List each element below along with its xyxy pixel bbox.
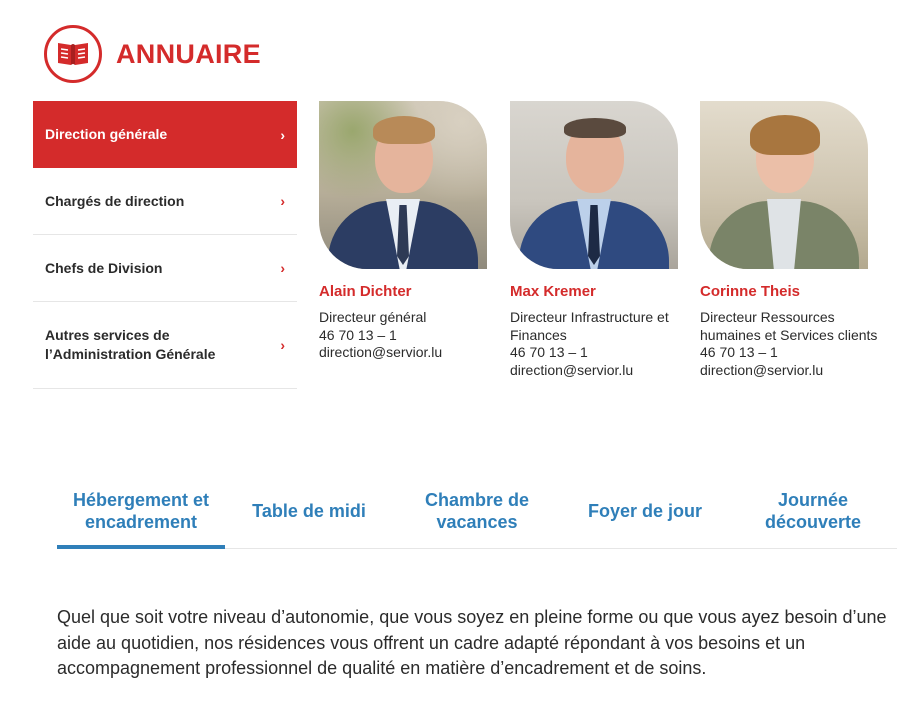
sidebar-nav: Direction générale › Chargés de directio… (33, 101, 297, 389)
person-card: Corinne Theis Directeur Ressources humai… (700, 101, 880, 379)
book-icon (44, 25, 102, 83)
person-phone: 46 70 13 – 1 (319, 326, 397, 343)
person-card: Alain Dichter Directeur général 46 70 13… (319, 101, 499, 362)
sidebar-item-label: Autres services de l’Administration Géné… (45, 327, 216, 362)
page-title: ANNUAIRE (116, 38, 261, 69)
person-email[interactable]: direction@servior.lu (510, 362, 690, 380)
sidebar-item-charges-de-direction[interactable]: Chargés de direction › (33, 168, 297, 235)
person-email[interactable]: direction@servior.lu (700, 362, 880, 380)
sidebar-item-label: Chefs de Division (45, 259, 163, 276)
tab-chambre-de-vacances[interactable]: Chambre de vacances (393, 474, 561, 548)
person-role: Directeur Infrastructure et Finances (510, 309, 669, 343)
chevron-right-icon: › (280, 193, 285, 209)
chevron-right-icon: › (280, 126, 285, 143)
tab-journee-decouverte[interactable]: Journée découverte (729, 474, 897, 548)
sidebar-item-label: Direction générale (45, 126, 168, 142)
person-name: Max Kremer (510, 283, 596, 300)
person-role: Directeur général (319, 309, 427, 325)
tab-foyer-de-jour[interactable]: Foyer de jour (561, 474, 729, 548)
person-details: Directeur Infrastructure et Finances 46 … (510, 309, 690, 379)
sidebar-item-autres-services[interactable]: Autres services de l’Administration Géné… (33, 302, 297, 389)
person-details: Directeur Ressources humaines et Service… (700, 309, 880, 379)
sidebar-item-label: Chargés de direction (45, 192, 185, 209)
person-phone: 46 70 13 – 1 (700, 344, 778, 360)
person-card: Max Kremer Directeur Infrastructure et F… (510, 101, 690, 379)
person-photo (700, 101, 868, 269)
person-name: Corinne Theis (700, 283, 801, 300)
person-details: Directeur général 46 70 13 – 1 direction… (319, 309, 499, 362)
intro-paragraph: Quel que soit votre niveau d’autonomie, … (57, 607, 887, 678)
tab-hebergement-encadrement[interactable]: Hébergement et encadrement (57, 474, 225, 549)
person-photo (319, 101, 487, 269)
tab-bar: Hébergement et encadrement Table de midi… (57, 474, 897, 549)
tab-table-de-midi[interactable]: Table de midi (225, 474, 393, 548)
person-phone: 46 70 13 – 1 (510, 344, 588, 360)
person-photo (510, 101, 678, 269)
page-header: ANNUAIRE (44, 25, 261, 83)
sidebar-item-chefs-de-division[interactable]: Chefs de Division › (33, 235, 297, 302)
person-role: Directeur Ressources humaines et Service… (700, 309, 878, 343)
sidebar-item-direction-generale[interactable]: Direction générale › (33, 101, 297, 168)
person-email[interactable]: direction@servior.lu (319, 344, 499, 362)
chevron-right-icon: › (280, 260, 285, 276)
person-name: Alain Dichter (319, 283, 412, 300)
chevron-right-icon: › (280, 337, 285, 353)
